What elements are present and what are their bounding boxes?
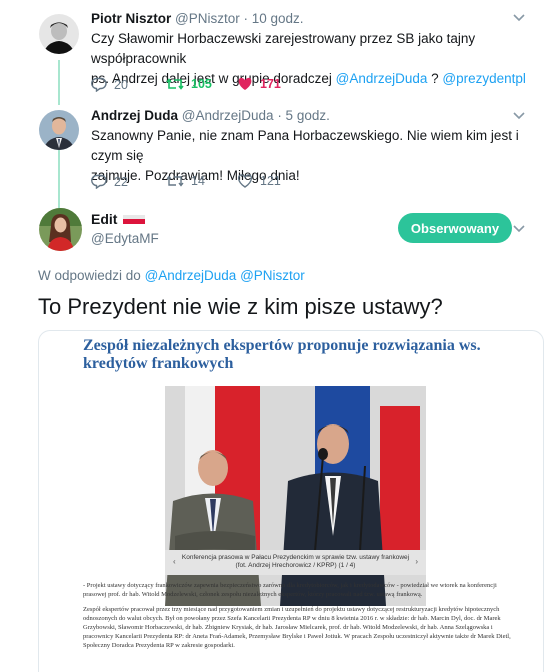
poland-flag-icon bbox=[123, 214, 146, 224]
tweet-text-line: Czy Sławomir Horbaczewski zarejestrowany… bbox=[91, 31, 476, 66]
avatar[interactable] bbox=[39, 208, 82, 251]
article-body: - Projekt ustawy dotyczący frankowiczów … bbox=[83, 581, 513, 656]
heart-icon bbox=[237, 174, 253, 188]
main-tweet-text: To Prezydent nie wie z kim pisze ustawy? bbox=[38, 294, 443, 319]
tweet-header: Edit bbox=[91, 211, 146, 227]
reply-button[interactable]: 22 bbox=[91, 174, 128, 189]
timestamp[interactable]: · 5 godz. bbox=[277, 108, 330, 123]
tweet-actions: 22 14 121 bbox=[91, 174, 491, 192]
caption-line: Konferencja prasowa w Pałacu Prezydencki… bbox=[181, 554, 410, 561]
caption-line: (fot. Andrzej Hrechorowicz / KPRP) (1 / … bbox=[235, 562, 356, 569]
tweet-actions: 20 105 171 bbox=[91, 77, 491, 95]
attached-image[interactable]: Zespół niezależnych ekspertów proponuje … bbox=[38, 330, 544, 672]
next-icon[interactable]: › bbox=[415, 558, 418, 566]
tweet-text-line: Szanowny Panie, nie znam Pana Horbaczews… bbox=[91, 128, 519, 163]
like-count: 121 bbox=[260, 174, 281, 188]
retweet-count: 14 bbox=[191, 174, 205, 188]
mention-link[interactable]: @PNisztor bbox=[240, 268, 305, 283]
like-count: 171 bbox=[260, 77, 281, 91]
tweet-1[interactable]: Piotr Nisztor @PNisztor · 10 godz. Czy S… bbox=[0, 0, 547, 100]
reply-button[interactable]: 20 bbox=[91, 77, 128, 92]
chevron-down-icon[interactable] bbox=[513, 14, 525, 22]
like-button[interactable]: 121 bbox=[237, 174, 281, 188]
following-button[interactable]: Obserwowany bbox=[398, 213, 512, 243]
tweet-2[interactable]: Andrzej Duda @AndrzejDuda · 5 godz. Szan… bbox=[0, 100, 547, 200]
chevron-down-icon[interactable] bbox=[513, 225, 525, 233]
reply-count: 20 bbox=[114, 77, 128, 92]
handle[interactable]: @PNisztor bbox=[175, 11, 240, 26]
article-paragraph: Zespół ekspertów pracował przez trzy mie… bbox=[83, 606, 511, 649]
previous-icon[interactable]: ‹ bbox=[173, 558, 176, 566]
heart-icon bbox=[238, 77, 252, 90]
article-paragraph: - Projekt ustawy dotyczący frankowiczów … bbox=[83, 582, 497, 598]
tweet-header: Piotr Nisztor @PNisztor · 10 godz. bbox=[91, 11, 304, 26]
display-name[interactable]: Piotr Nisztor bbox=[91, 11, 171, 26]
retweet-icon bbox=[166, 78, 184, 90]
chevron-down-icon[interactable] bbox=[513, 112, 525, 120]
reply-count: 22 bbox=[114, 174, 128, 189]
article-title: Zespół niezależnych ekspertów proponuje … bbox=[83, 337, 481, 372]
tweet-header: Andrzej Duda @AndrzejDuda · 5 godz. bbox=[91, 108, 330, 123]
handle-text: @EdytaMF bbox=[91, 231, 159, 246]
retweet-count: 105 bbox=[191, 77, 212, 91]
display-name[interactable]: Andrzej Duda bbox=[91, 108, 178, 123]
retweet-button[interactable]: 105 bbox=[166, 77, 212, 91]
timestamp[interactable]: · 10 godz. bbox=[244, 11, 304, 26]
reply-context: W odpowiedzi do @AndrzejDuda @PNisztor bbox=[38, 268, 305, 283]
handle[interactable]: @AndrzejDuda bbox=[182, 108, 274, 123]
reply-icon bbox=[91, 174, 107, 189]
mention-link[interactable]: @AndrzejDuda bbox=[145, 268, 237, 283]
avatar[interactable] bbox=[39, 14, 79, 54]
avatar[interactable] bbox=[39, 110, 79, 150]
reply-icon bbox=[91, 77, 107, 92]
retweet-button[interactable]: 14 bbox=[166, 174, 205, 188]
handle[interactable]: @EdytaMF bbox=[91, 231, 159, 246]
like-button[interactable]: 171 bbox=[237, 77, 281, 91]
retweet-icon bbox=[166, 175, 184, 187]
display-name[interactable]: Edit bbox=[91, 211, 117, 227]
reply-prefix: W odpowiedzi do bbox=[38, 268, 145, 283]
photo-caption: ‹ Konferencja prasowa w Pałacu Prezydenc… bbox=[165, 550, 426, 575]
